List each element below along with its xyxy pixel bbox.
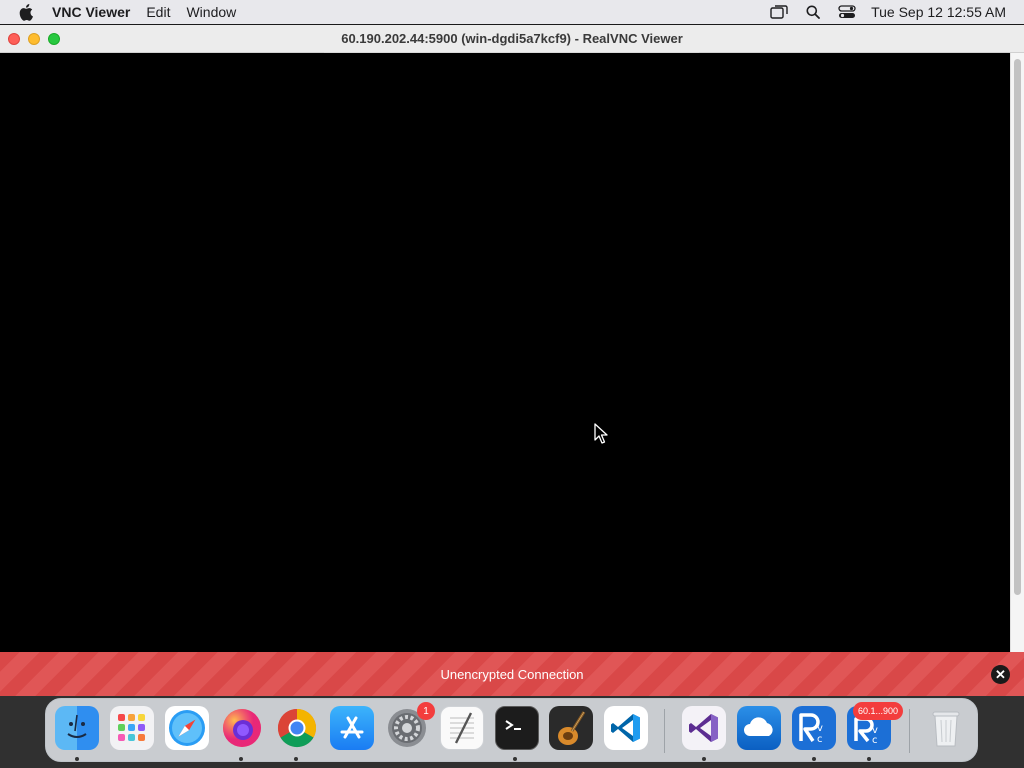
window-zoom-button[interactable] bbox=[48, 33, 60, 45]
launchpad-icon[interactable] bbox=[110, 706, 154, 750]
finder-icon[interactable] bbox=[55, 706, 99, 750]
vnc-viewer-window: 60.190.202.44:5900 (win-dgdi5a7kcf9) - R… bbox=[0, 25, 1024, 652]
vscode-icon[interactable] bbox=[604, 706, 648, 750]
textedit-icon[interactable] bbox=[440, 706, 484, 750]
onedrive-icon[interactable] bbox=[737, 706, 781, 750]
svg-text:v: v bbox=[817, 723, 823, 734]
scrollbar-thumb[interactable] bbox=[1014, 59, 1021, 595]
terminal-icon[interactable] bbox=[495, 706, 539, 750]
window-controls bbox=[8, 33, 60, 45]
screen-mirroring-icon[interactable] bbox=[769, 3, 789, 21]
realvnc-viewer-icon[interactable]: vc bbox=[792, 706, 836, 750]
menu-bar-clock[interactable]: Tue Sep 12 12:55 AM bbox=[871, 4, 1006, 20]
window-titlebar[interactable]: 60.190.202.44:5900 (win-dgdi5a7kcf9) - R… bbox=[0, 25, 1024, 53]
running-indicator bbox=[812, 757, 816, 761]
safari-icon[interactable] bbox=[165, 706, 209, 750]
visual-studio-icon[interactable] bbox=[682, 706, 726, 750]
search-icon[interactable] bbox=[803, 3, 823, 21]
window-close-button[interactable] bbox=[8, 33, 20, 45]
window-minimize-button[interactable] bbox=[28, 33, 40, 45]
menu-bar: VNC Viewer Edit Window Tue Sep 12 12:55 … bbox=[0, 0, 1024, 24]
control-center-icon[interactable] bbox=[837, 3, 857, 21]
running-indicator bbox=[239, 757, 243, 761]
app-store-icon[interactable] bbox=[330, 706, 374, 750]
running-indicator bbox=[513, 757, 517, 761]
firefox-icon[interactable] bbox=[220, 706, 264, 750]
close-icon[interactable]: ✕ bbox=[991, 665, 1010, 684]
mouse-pointer-icon bbox=[594, 423, 608, 444]
running-indicator bbox=[702, 757, 706, 761]
svg-text:c: c bbox=[872, 735, 878, 746]
notification-badge: 1 bbox=[417, 702, 435, 720]
trash-icon[interactable] bbox=[924, 706, 968, 750]
dock-separator bbox=[664, 709, 665, 753]
window-title: 60.190.202.44:5900 (win-dgdi5a7kcf9) - R… bbox=[341, 31, 683, 46]
remote-desktop-screen[interactable] bbox=[0, 53, 1010, 652]
unencrypted-connection-banner: Unencrypted Connection ✕ bbox=[0, 652, 1024, 696]
window-label-badge: 60.1...900 bbox=[852, 702, 903, 720]
dock: 1 vc vc 60.1...900 bbox=[45, 698, 978, 762]
warning-text: Unencrypted Connection bbox=[440, 666, 584, 682]
realvnc-window-icon[interactable]: vc 60.1...900 bbox=[847, 702, 903, 750]
running-indicator bbox=[75, 757, 79, 761]
menu-edit[interactable]: Edit bbox=[146, 4, 170, 20]
dock-separator bbox=[909, 709, 910, 753]
apple-menu-icon[interactable] bbox=[16, 1, 38, 23]
garageband-icon[interactable] bbox=[549, 706, 593, 750]
app-menu-vnc-viewer[interactable]: VNC Viewer bbox=[52, 4, 130, 20]
svg-text:c: c bbox=[817, 734, 823, 745]
menu-window[interactable]: Window bbox=[186, 4, 236, 20]
vertical-scrollbar[interactable] bbox=[1010, 53, 1024, 652]
chrome-icon[interactable] bbox=[275, 706, 319, 750]
running-indicator bbox=[294, 757, 298, 761]
system-preferences-icon[interactable]: 1 bbox=[385, 702, 435, 750]
running-indicator bbox=[867, 757, 871, 761]
